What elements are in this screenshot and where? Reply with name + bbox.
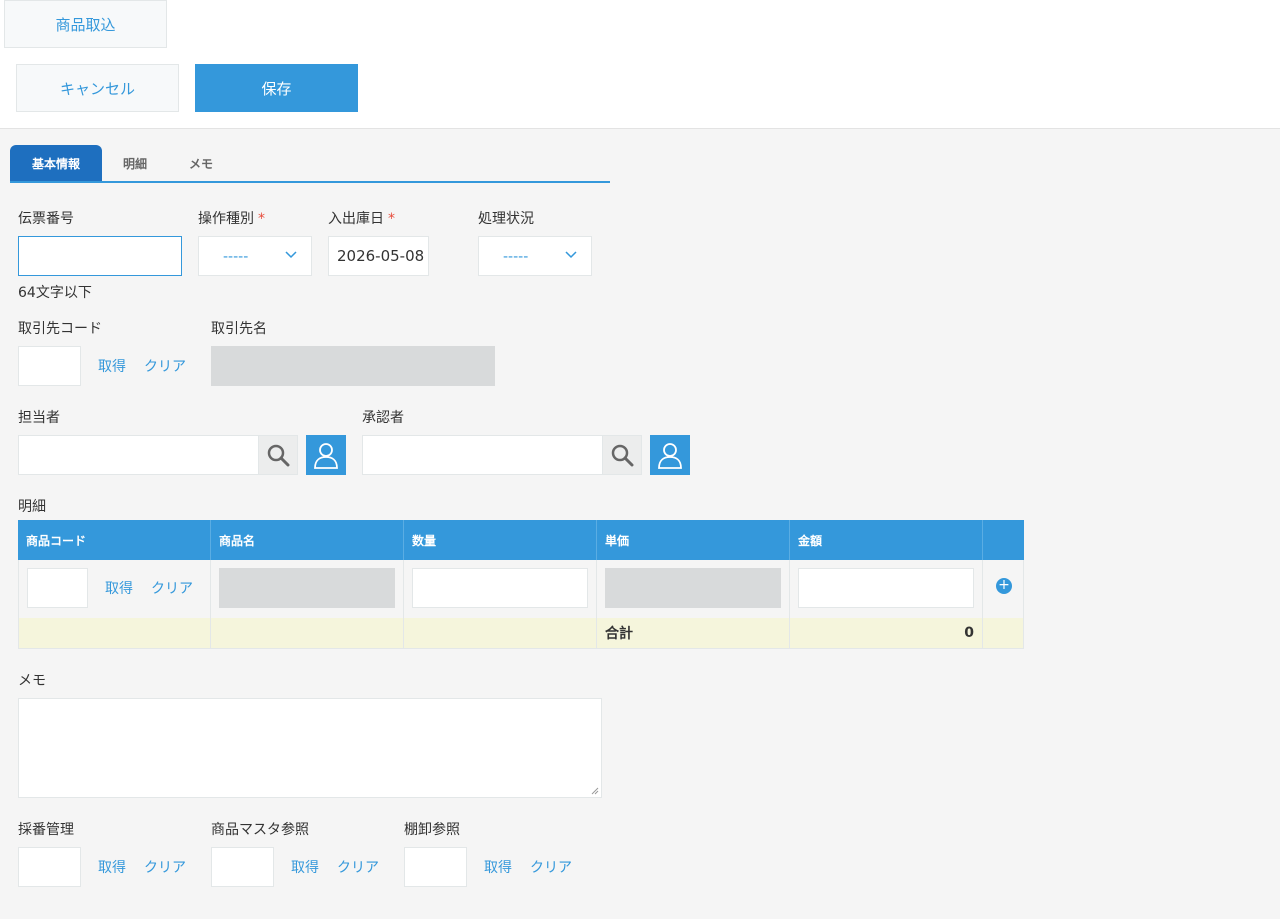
unit-price-field bbox=[605, 568, 781, 608]
table-total-row: 合計 0 bbox=[18, 618, 1024, 649]
partner-name-label: 取引先名 bbox=[211, 321, 267, 337]
product-master-clear-link[interactable]: クリア bbox=[337, 857, 379, 877]
partner-get-link[interactable]: 取得 bbox=[98, 356, 126, 376]
partner-name-field bbox=[211, 346, 495, 386]
memo-label: メモ bbox=[18, 673, 46, 689]
numbering-get-link[interactable]: 取得 bbox=[98, 857, 126, 877]
person-in-charge-input[interactable] bbox=[18, 435, 259, 475]
stocktake-clear-link[interactable]: クリア bbox=[530, 857, 572, 877]
search-icon bbox=[267, 444, 290, 467]
quantity-input[interactable] bbox=[412, 568, 588, 608]
save-button[interactable]: 保存 bbox=[195, 64, 358, 112]
approver-search-button[interactable] bbox=[602, 435, 642, 475]
person-search-button[interactable] bbox=[258, 435, 298, 475]
total-label: 合計 bbox=[597, 618, 790, 648]
chevron-down-icon bbox=[565, 251, 577, 259]
numbering-input[interactable] bbox=[18, 847, 81, 887]
product-code-input[interactable] bbox=[27, 568, 88, 608]
approver-input[interactable] bbox=[362, 435, 603, 475]
stocktake-label: 棚卸参照 bbox=[404, 822, 460, 838]
person-user-button[interactable] bbox=[306, 435, 346, 475]
user-icon bbox=[658, 443, 682, 469]
partner-code-label: 取引先コード bbox=[18, 321, 102, 337]
numbering-clear-link[interactable]: クリア bbox=[144, 857, 186, 877]
product-clear-link[interactable]: クリア bbox=[151, 578, 193, 598]
amount-input[interactable] bbox=[798, 568, 974, 608]
total-cell-empty bbox=[211, 618, 404, 648]
operation-type-label: 操作種別 * bbox=[198, 211, 265, 227]
column-header: 金額 bbox=[790, 520, 983, 560]
approver-label: 承認者 bbox=[362, 410, 404, 426]
partner-code-input[interactable] bbox=[18, 346, 81, 386]
details-table-header: 商品コード 商品名 数量 単価 金額 bbox=[18, 520, 1024, 560]
memo-textarea[interactable] bbox=[18, 698, 602, 798]
total-value: 0 bbox=[790, 618, 983, 648]
required-mark: * bbox=[388, 211, 395, 227]
numbering-label: 採番管理 bbox=[18, 822, 74, 838]
chevron-down-icon bbox=[285, 251, 297, 259]
required-mark: * bbox=[258, 211, 265, 227]
approver-user-button[interactable] bbox=[650, 435, 690, 475]
search-icon bbox=[611, 444, 634, 467]
tab-memo[interactable]: メモ bbox=[176, 145, 226, 181]
user-icon bbox=[314, 443, 338, 469]
inout-date-label: 入出庫日 * bbox=[328, 211, 395, 227]
status-label: 処理状況 bbox=[478, 211, 534, 227]
operation-type-select[interactable]: ----- bbox=[198, 236, 312, 276]
top-toolbar: 商品取込 キャンセル 保存 bbox=[0, 0, 1280, 129]
tab-basic-info[interactable]: 基本情報 bbox=[10, 145, 102, 181]
column-header: 商品名 bbox=[211, 520, 404, 560]
total-cell-empty bbox=[404, 618, 597, 648]
resize-handle-icon[interactable] bbox=[589, 785, 599, 795]
product-master-label: 商品マスタ参照 bbox=[211, 822, 309, 838]
slip-no-label: 伝票番号 bbox=[18, 211, 74, 227]
total-cell-empty bbox=[19, 618, 211, 648]
stocktake-input[interactable] bbox=[404, 847, 467, 887]
status-select[interactable]: ----- bbox=[478, 236, 592, 276]
partner-clear-link[interactable]: クリア bbox=[144, 356, 186, 376]
product-master-get-link[interactable]: 取得 bbox=[291, 857, 319, 877]
person-in-charge-label: 担当者 bbox=[18, 410, 60, 426]
column-header: 数量 bbox=[404, 520, 597, 560]
tab-details[interactable]: 明細 bbox=[110, 145, 160, 181]
column-header-actions bbox=[983, 520, 1024, 560]
plus-circle-icon[interactable]: + bbox=[996, 578, 1012, 594]
stocktake-get-link[interactable]: 取得 bbox=[484, 857, 512, 877]
product-master-input[interactable] bbox=[211, 847, 274, 887]
inout-date-input[interactable]: 2026-05-08 bbox=[328, 236, 429, 276]
total-cell-empty bbox=[983, 618, 1024, 648]
product-name-field bbox=[219, 568, 395, 608]
slip-no-hint: 64文字以下 bbox=[18, 285, 92, 301]
column-header: 商品コード bbox=[18, 520, 211, 560]
status-value: ----- bbox=[503, 249, 529, 265]
operation-type-value: ----- bbox=[223, 249, 249, 265]
import-products-button[interactable]: 商品取込 bbox=[4, 0, 167, 48]
tab-bar: 基本情報 明細 メモ bbox=[10, 145, 610, 183]
product-get-link[interactable]: 取得 bbox=[105, 578, 133, 598]
slip-no-input[interactable] bbox=[18, 236, 182, 276]
cancel-button[interactable]: キャンセル bbox=[16, 64, 179, 112]
details-section-label: 明細 bbox=[18, 499, 46, 515]
column-header: 単価 bbox=[597, 520, 790, 560]
